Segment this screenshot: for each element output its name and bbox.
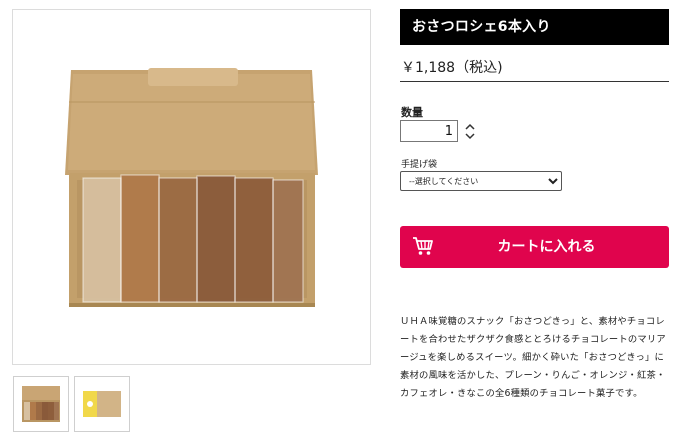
- quantity-label: 数量: [401, 106, 423, 119]
- chevron-up-icon[interactable]: [464, 122, 476, 131]
- thumbnail-image: [22, 386, 60, 422]
- product-description: ＵＨＡ味覚糖のスナック「おさつどきっ」と、素材やチョコレートを合わせたザクザク食…: [400, 316, 666, 399]
- add-to-cart-button[interactable]: カートに入れる: [400, 226, 669, 268]
- product-price: ￥1,188（税込): [401, 60, 503, 76]
- thumbnail-closed-box[interactable]: [74, 376, 130, 432]
- thumbnail-open-box[interactable]: [13, 376, 69, 432]
- divider: [400, 81, 669, 82]
- quantity-input[interactable]: [400, 120, 458, 142]
- shopping-bag-label: 手提げ袋: [401, 160, 438, 170]
- product-box-illustration: [65, 68, 318, 307]
- thumbnail-image: [83, 391, 121, 417]
- main-product-image: [12, 9, 371, 365]
- shopping-bag-select[interactable]: --選択してください: [400, 171, 562, 191]
- chevron-down-icon[interactable]: [464, 132, 476, 141]
- add-to-cart-label: カートに入れる: [497, 239, 596, 255]
- product-title: おさつロシェ6本入り: [400, 9, 669, 45]
